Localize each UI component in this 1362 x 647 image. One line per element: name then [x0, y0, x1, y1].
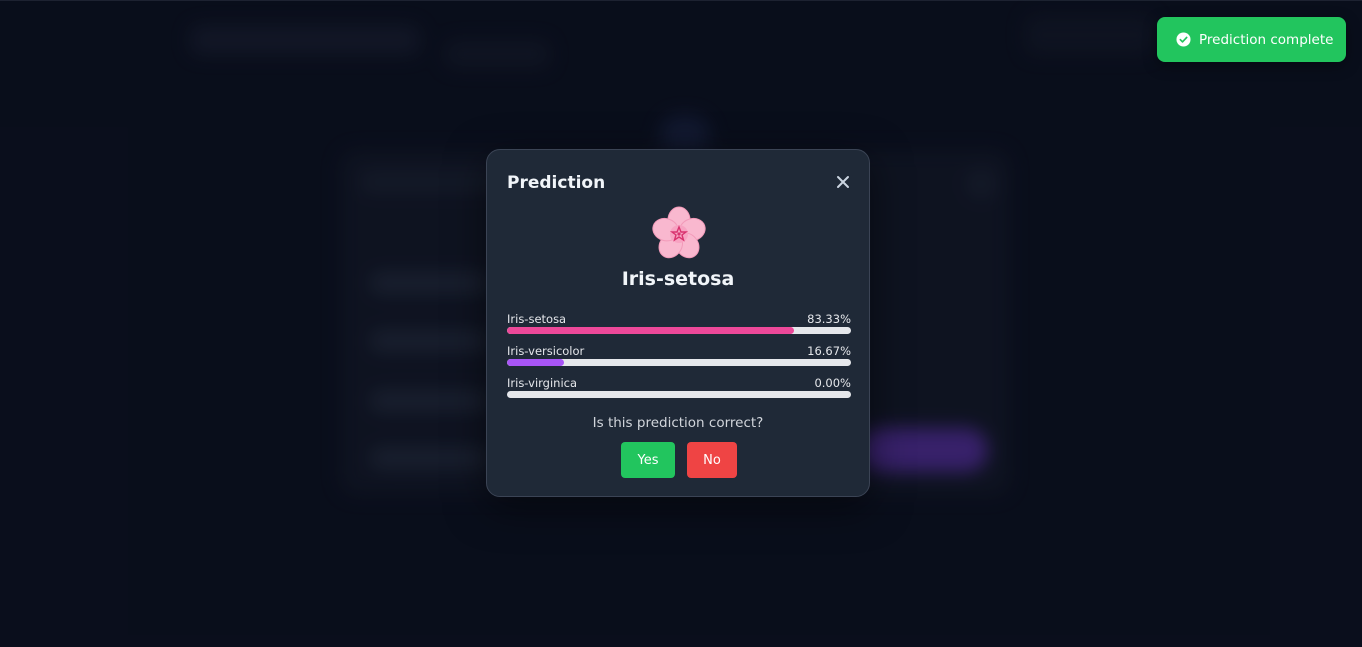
probability-label: Iris-setosa — [507, 312, 567, 326]
close-button[interactable] — [833, 172, 853, 192]
probability-value: 16.67% — [807, 344, 851, 358]
probability-bar-fill — [507, 359, 565, 366]
no-button[interactable]: No — [687, 442, 737, 478]
modal-title: Prediction — [507, 173, 606, 193]
probability-bar — [507, 359, 851, 366]
toast-message: Prediction complete — [1199, 31, 1334, 48]
close-icon — [837, 176, 849, 188]
probability-value: 83.33% — [807, 312, 851, 326]
probability-row: Iris-setosa 83.33% — [507, 310, 851, 342]
check-circle-icon — [1176, 32, 1191, 47]
probability-bar — [507, 391, 851, 398]
probability-bar-fill — [507, 327, 794, 334]
predicted-species: Iris-setosa — [621, 268, 735, 290]
yes-button[interactable]: Yes — [621, 442, 675, 478]
probability-bar — [507, 327, 851, 334]
probability-label: Iris-virginica — [507, 376, 578, 390]
prediction-modal: Prediction Iris-setosa Iris-setosa 83.33… — [486, 149, 870, 497]
probability-label: Iris-versicolor — [507, 344, 585, 358]
flower-icon — [650, 205, 708, 263]
probability-value: 0.00% — [814, 376, 851, 390]
probability-row: Iris-versicolor 16.67% — [507, 342, 851, 374]
probability-row: Iris-virginica 0.00% — [507, 374, 851, 406]
success-toast[interactable]: Prediction complete — [1157, 17, 1346, 62]
feedback-question: Is this prediction correct? — [592, 415, 764, 431]
probability-list: Iris-setosa 83.33% Iris-versicolor 16.67… — [507, 310, 851, 406]
